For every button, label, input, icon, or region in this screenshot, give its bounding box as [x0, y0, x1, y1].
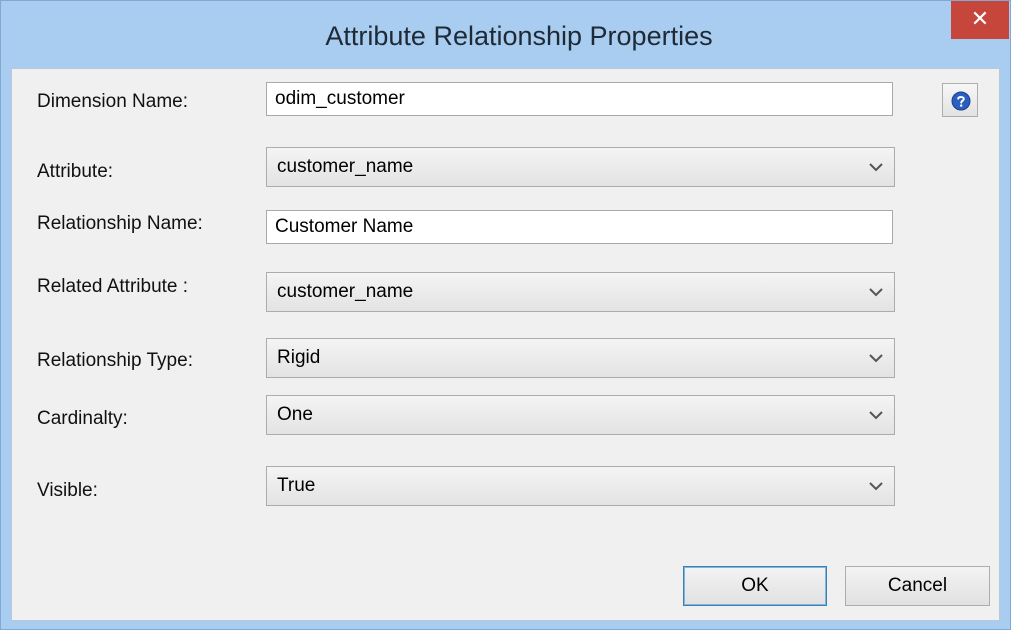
- visible-dropdown-value: True: [277, 475, 316, 496]
- close-icon: ✕: [970, 7, 990, 32]
- chevron-down-icon: [868, 339, 884, 377]
- visible-label: Visible:: [37, 480, 98, 501]
- chevron-down-icon: [868, 148, 884, 186]
- attribute-label: Attribute:: [37, 161, 114, 182]
- dialog-body: Dimension Name: odim_customer Attribute:…: [11, 68, 1000, 621]
- relationship-type-dropdown-value: Rigid: [277, 347, 321, 368]
- attribute-dropdown-value: customer_name: [277, 156, 414, 177]
- chevron-down-icon: [868, 467, 884, 505]
- attribute-dropdown[interactable]: customer_name: [266, 147, 895, 187]
- dialog-window: Attribute Relationship Properties ✕ Dime…: [0, 0, 1011, 630]
- cardinality-dropdown-value: One: [277, 404, 313, 425]
- visible-dropdown[interactable]: True: [266, 466, 895, 506]
- dialog-title: Attribute Relationship Properties: [325, 21, 713, 51]
- cancel-button[interactable]: Cancel: [845, 566, 990, 606]
- relationship-name-label: Relationship Name:: [37, 213, 203, 234]
- ok-button[interactable]: OK: [683, 566, 827, 606]
- related-attribute-dropdown[interactable]: customer_name: [266, 272, 895, 312]
- relationship-name-field[interactable]: Customer Name: [266, 210, 893, 244]
- help-icon: [951, 91, 971, 111]
- related-attribute-label: Related Attribute :: [37, 276, 189, 297]
- help-button[interactable]: [942, 83, 978, 117]
- relationship-type-dropdown[interactable]: Rigid: [266, 338, 895, 378]
- dimension-name-label: Dimension Name:: [37, 91, 188, 112]
- cardinality-dropdown[interactable]: One: [266, 395, 895, 435]
- related-attribute-dropdown-value: customer_name: [277, 281, 414, 302]
- close-button[interactable]: ✕: [951, 1, 1009, 39]
- cardinality-label: Cardinalty:: [37, 408, 128, 429]
- dimension-name-field[interactable]: odim_customer: [266, 82, 893, 116]
- chevron-down-icon: [868, 273, 884, 311]
- relationship-type-label: Relationship Type:: [37, 350, 193, 371]
- chevron-down-icon: [868, 396, 884, 434]
